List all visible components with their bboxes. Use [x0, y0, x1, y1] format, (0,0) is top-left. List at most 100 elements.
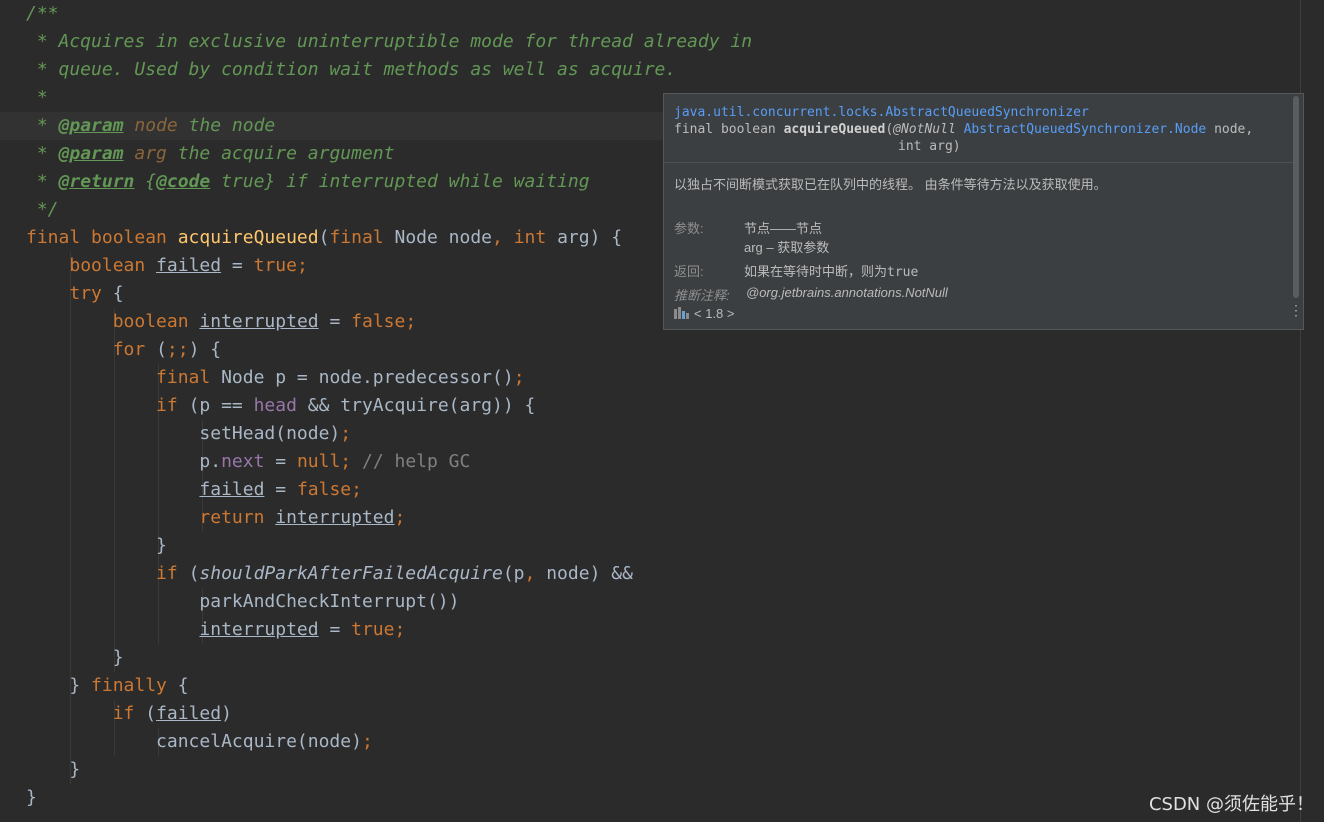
sig-method: acquireQueued	[783, 122, 886, 137]
sig-prefix: final boolean	[674, 122, 784, 137]
code-token: node	[123, 115, 178, 136]
code-line[interactable]: * queue. Used by condition wait methods …	[0, 56, 1300, 84]
code-line[interactable]: return interrupted;	[0, 504, 1300, 532]
code-text: }	[26, 644, 124, 672]
code-token: /**	[26, 3, 59, 24]
code-token: =	[318, 311, 352, 332]
popup-class-path[interactable]: java.util.concurrent.locks.AbstractQueue…	[674, 105, 1089, 120]
code-token: int	[513, 227, 558, 248]
code-line[interactable]: if (failed)	[0, 700, 1300, 728]
code-text: failed = false;	[26, 476, 362, 504]
code-token: =	[264, 479, 297, 500]
code-line[interactable]: }	[0, 532, 1300, 560]
code-token: (p	[502, 563, 525, 584]
popup-signature-line2: int arg)	[898, 139, 961, 154]
code-token: */	[26, 199, 59, 220]
code-token: the node	[177, 115, 276, 136]
sig-annotation: @NotNull	[893, 122, 956, 137]
code-text: p.next = null; // help GC	[26, 448, 470, 476]
code-line[interactable]: final Node p = node.predecessor();	[0, 364, 1300, 392]
code-token: // help GC	[361, 451, 471, 472]
code-line[interactable]: * Acquires in exclusive uninterruptible …	[0, 28, 1300, 56]
popup-description: 以独占不间断模式获取已在队列中的线程。 由条件等待方法以及获取使用。	[674, 177, 1107, 192]
code-text: */	[26, 196, 59, 224]
code-line[interactable]: /**	[0, 0, 1300, 28]
code-line[interactable]: if (p == head && tryAcquire(arg)) {	[0, 392, 1300, 420]
code-token: interrupted	[199, 311, 319, 332]
code-token: p.	[26, 451, 222, 472]
code-text: boolean interrupted = false;	[26, 308, 416, 336]
code-text: return interrupted;	[26, 504, 405, 532]
sig-type-link[interactable]: AbstractQueuedSynchronizer.Node	[964, 122, 1207, 137]
code-line[interactable]: cancelAcquire(node);	[0, 728, 1300, 756]
code-token: ;	[361, 731, 373, 752]
popup-version-row[interactable]: < 1.8 >	[674, 306, 734, 321]
code-line[interactable]: failed = false;	[0, 476, 1300, 504]
code-token: acquireQueued	[177, 227, 319, 248]
code-text: cancelAcquire(node);	[26, 728, 373, 756]
code-text: * @return {@code true} if interrupted wh…	[26, 168, 590, 196]
code-text: interrupted = true;	[26, 616, 405, 644]
code-text: if (shouldParkAfterFailedAcquire(p, node…	[26, 560, 633, 588]
code-text: for (;;) {	[26, 336, 221, 364]
code-token: return	[199, 507, 276, 528]
code-token: @param	[58, 143, 124, 164]
code-token: final	[156, 367, 222, 388]
code-token: true;	[351, 619, 406, 640]
code-token: interrupted	[275, 507, 395, 528]
code-token: =	[221, 255, 254, 276]
popup-signature-line1: final boolean acquireQueued(@NotNull Abs…	[674, 122, 1253, 137]
code-token: )	[221, 703, 232, 724]
code-token: false;	[351, 311, 417, 332]
code-line[interactable]: } finally {	[0, 672, 1300, 700]
popup-signature-section: java.util.concurrent.locks.AbstractQueue…	[664, 94, 1294, 163]
code-token: * Acquires in exclusive uninterruptible …	[26, 31, 753, 52]
code-line[interactable]: for (;;) {	[0, 336, 1300, 364]
code-token: && tryAcquire(arg)) {	[296, 395, 536, 416]
code-token: try	[69, 283, 113, 304]
code-text: }	[26, 784, 37, 812]
code-line[interactable]: setHead(node);	[0, 420, 1300, 448]
code-line[interactable]: if (shouldParkAfterFailedAcquire(p, node…	[0, 560, 1300, 588]
code-token: final	[329, 227, 395, 248]
code-line[interactable]: }	[0, 756, 1300, 784]
popup-version[interactable]: < 1.8 >	[694, 306, 734, 321]
code-token: }	[26, 759, 81, 780]
code-token: null;	[296, 451, 362, 472]
code-token: (	[156, 339, 167, 360]
code-token: }	[26, 535, 167, 556]
popup-return-label: 返回:	[674, 264, 704, 279]
code-line[interactable]: }	[0, 784, 1300, 812]
code-token: }	[26, 647, 124, 668]
code-token: ) {	[188, 339, 222, 360]
code-token: @code	[156, 171, 211, 192]
sig-open: (	[885, 122, 894, 137]
code-text: * Acquires in exclusive uninterruptible …	[26, 28, 752, 56]
code-line[interactable]: parkAndCheckInterrupt())	[0, 588, 1300, 616]
popup-return-text: 如果在等待时中断，则为	[744, 264, 888, 279]
code-text: }	[26, 756, 80, 784]
code-line[interactable]: interrupted = true;	[0, 616, 1300, 644]
code-token: {	[177, 675, 189, 696]
code-line[interactable]: }	[0, 644, 1300, 672]
popup-more-icon[interactable]: ⋮	[1289, 302, 1303, 322]
popup-params-label: 参数:	[674, 221, 704, 236]
code-token: ;	[513, 367, 525, 388]
code-token: head	[253, 395, 297, 416]
code-token: }	[26, 787, 37, 808]
code-token: setHead(node)	[26, 423, 341, 444]
code-text: final Node p = node.predecessor();	[26, 364, 525, 392]
popup-scrollbar[interactable]	[1293, 96, 1299, 298]
code-text: *	[26, 84, 48, 112]
code-token: (p ==	[188, 395, 254, 416]
code-line[interactable]: p.next = null; // help GC	[0, 448, 1300, 476]
quick-documentation-popup: java.util.concurrent.locks.AbstractQueue…	[663, 93, 1304, 330]
code-token: *	[26, 171, 59, 192]
